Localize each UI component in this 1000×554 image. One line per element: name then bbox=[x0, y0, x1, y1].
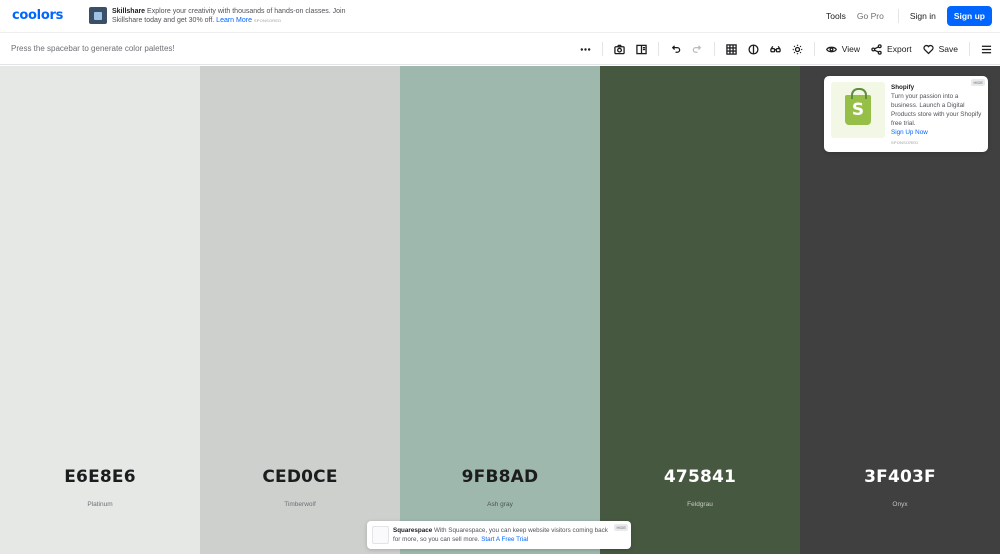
color-hex-code[interactable]: 3F403F bbox=[800, 467, 1000, 487]
color-name[interactable]: Timberwolf bbox=[200, 501, 400, 508]
more-options-button[interactable] bbox=[580, 44, 591, 55]
menu-icon bbox=[981, 45, 992, 53]
shopify-ad-image: S bbox=[831, 82, 885, 138]
color-swatch-4[interactable]: 475841 Feldgrau bbox=[600, 66, 800, 554]
redo-icon bbox=[692, 44, 701, 53]
color-name[interactable]: Platinum bbox=[0, 501, 200, 508]
heart-icon bbox=[922, 44, 934, 54]
main-menu-button[interactable] bbox=[981, 44, 992, 55]
skillshare-logo-icon bbox=[89, 7, 107, 24]
squarespace-ad-text: Squarespace With Squarespace, you can ke… bbox=[393, 526, 613, 544]
ad-hide-button[interactable]: HIDE bbox=[614, 524, 628, 531]
toolbar-divider bbox=[657, 42, 659, 56]
squarespace-ad[interactable]: HIDE Squarespace With Squarespace, you c… bbox=[367, 521, 631, 549]
grid-icon bbox=[726, 43, 737, 55]
sign-up-button[interactable]: Sign up bbox=[946, 6, 992, 26]
nav-divider bbox=[897, 9, 899, 23]
squarespace-ad-cta[interactable]: Start A Free Trial bbox=[481, 536, 528, 543]
nav-right: Tools Go Pro Sign in Sign up bbox=[815, 6, 992, 26]
color-swatch-1[interactable]: E6E8E6 Platinum bbox=[0, 66, 200, 554]
toolbar-divider bbox=[813, 42, 815, 56]
toolbar-actions: View Export Save bbox=[569, 41, 992, 57]
undo-button[interactable] bbox=[670, 44, 681, 55]
export-button[interactable]: Export bbox=[871, 43, 912, 55]
promo-learn-more-link[interactable]: Learn More bbox=[216, 17, 252, 24]
more-icon bbox=[580, 47, 591, 51]
sign-in-link[interactable]: Sign in bbox=[910, 11, 936, 21]
spacebar-hint: Press the spacebar to generate color pal… bbox=[11, 44, 175, 53]
undo-icon bbox=[671, 44, 681, 53]
color-name[interactable]: Onyx bbox=[800, 501, 1000, 508]
nav-tools-link[interactable]: Tools bbox=[826, 11, 846, 21]
color-name[interactable]: Feldgrau bbox=[600, 501, 800, 508]
glasses-icon bbox=[770, 45, 781, 52]
shopify-ad-text: Turn your passion into a business. Launc… bbox=[891, 93, 982, 127]
camera-icon bbox=[614, 44, 625, 54]
color-hex-code[interactable]: CED0CE bbox=[200, 467, 400, 487]
color-swatch-3[interactable]: 9FB8AD Ash gray bbox=[400, 66, 600, 554]
toolbar-divider bbox=[969, 42, 970, 56]
save-button[interactable]: Save bbox=[922, 44, 958, 55]
palette-toolbar: Press the spacebar to generate color pal… bbox=[0, 33, 1000, 65]
layout-button[interactable] bbox=[636, 44, 647, 55]
toolbar-divider bbox=[601, 42, 603, 56]
squarespace-ad-title: Squarespace bbox=[393, 527, 433, 534]
color-hex-code[interactable]: 475841 bbox=[600, 467, 800, 487]
grid-view-button[interactable] bbox=[726, 43, 737, 55]
color-hex-code[interactable]: E6E8E6 bbox=[0, 467, 200, 487]
view-label: View bbox=[841, 44, 861, 54]
nav-go-pro-link[interactable]: Go Pro bbox=[857, 11, 884, 21]
shopify-ad-sponsored: SPONSORED bbox=[891, 140, 919, 145]
skillshare-promo[interactable]: Skillshare Explore your creativity with … bbox=[89, 7, 372, 25]
contrast-checker-button[interactable] bbox=[748, 43, 759, 55]
color-swatch-2[interactable]: CED0CE Timberwolf bbox=[200, 66, 400, 554]
layout-icon bbox=[636, 44, 647, 54]
squarespace-ad-image bbox=[372, 526, 389, 544]
shopify-ad-body: Shopify Turn your passion into a busines… bbox=[891, 83, 983, 147]
coolors-logo[interactable]: coolors bbox=[12, 8, 63, 23]
promo-sponsored-label: SPONSORED bbox=[253, 18, 282, 23]
shopify-bag-icon: S bbox=[845, 88, 871, 125]
toolbar-divider bbox=[713, 42, 715, 56]
color-name[interactable]: Ash gray bbox=[400, 501, 600, 508]
shopify-ad-cta[interactable]: Sign Up Now bbox=[891, 128, 983, 137]
shopify-ad-title: Shopify bbox=[891, 84, 915, 91]
promo-title: Skillshare bbox=[112, 8, 146, 15]
save-label: Save bbox=[938, 44, 958, 54]
view-button[interactable]: View bbox=[825, 44, 861, 55]
shopify-ad[interactable]: HIDE S Shopify Turn your passion into a … bbox=[824, 76, 988, 152]
color-blindness-button[interactable] bbox=[770, 44, 781, 55]
promo-text: Skillshare Explore your creativity with … bbox=[112, 7, 372, 25]
redo-button[interactable] bbox=[692, 44, 703, 55]
share-icon bbox=[871, 43, 882, 55]
screenshot-button[interactable] bbox=[614, 44, 625, 55]
adjust-palette-button[interactable] bbox=[792, 44, 803, 55]
contrast-icon bbox=[748, 43, 759, 55]
sun-icon bbox=[792, 44, 803, 54]
color-hex-code[interactable]: 9FB8AD bbox=[400, 467, 600, 487]
export-label: Export bbox=[887, 44, 912, 54]
eye-icon bbox=[825, 46, 837, 52]
top-nav: coolors Skillshare Explore your creativi… bbox=[0, 0, 1000, 33]
